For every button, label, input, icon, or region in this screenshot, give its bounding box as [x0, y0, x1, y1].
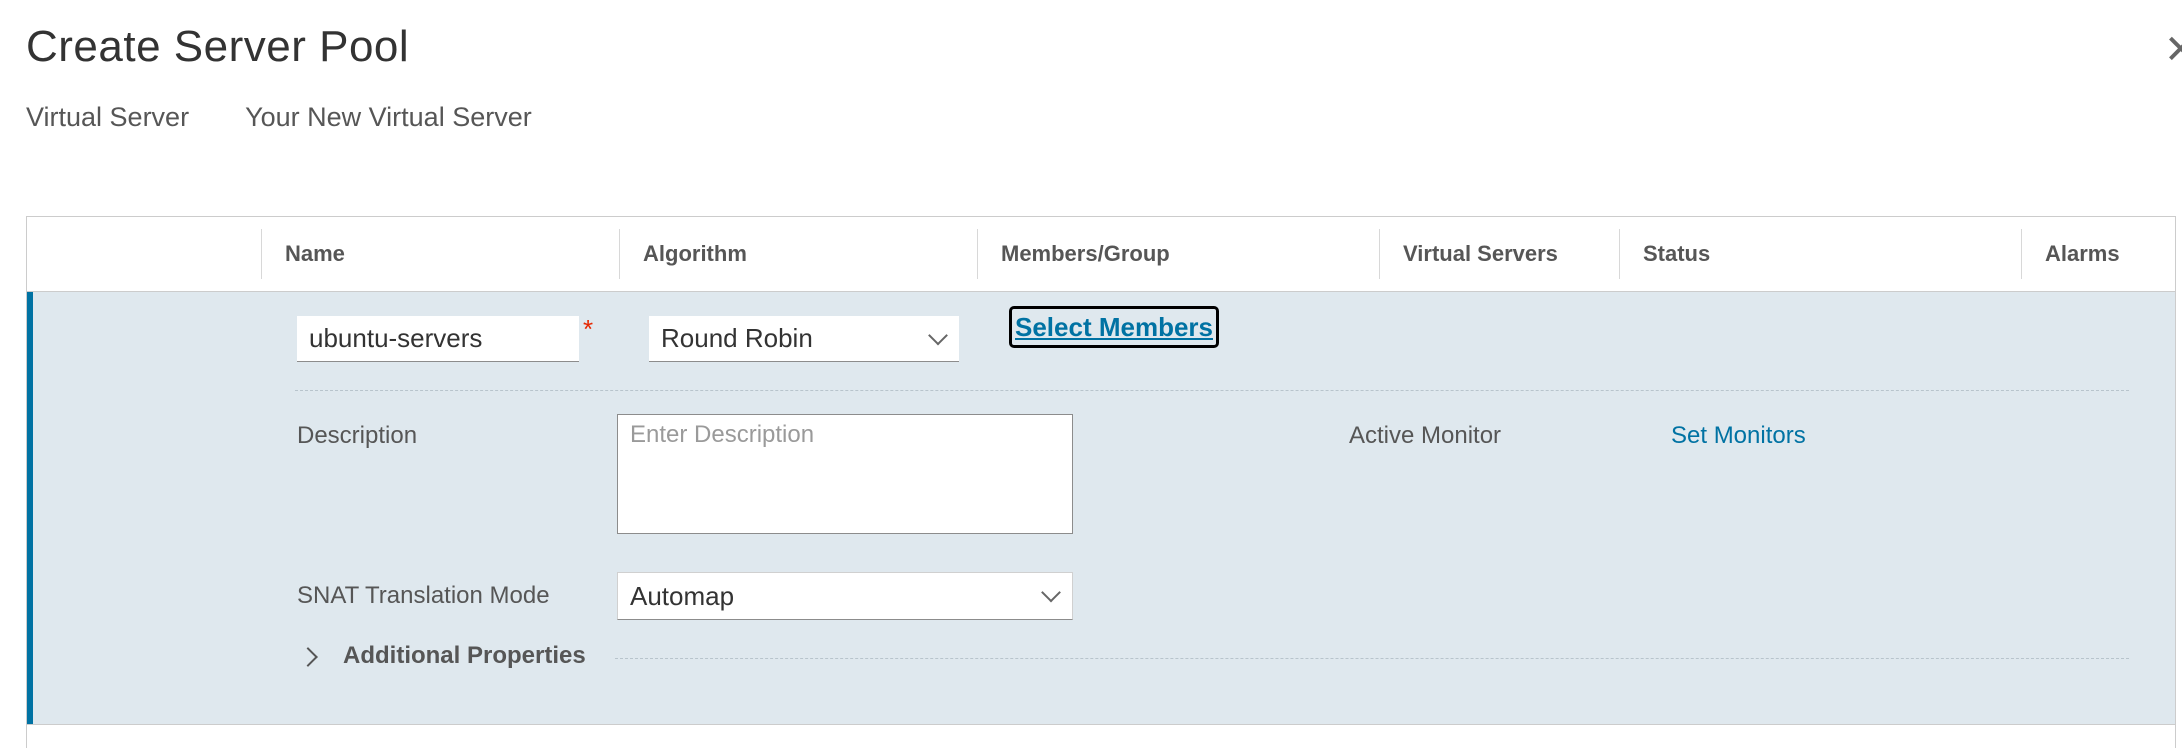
- chevron-down-icon: [1041, 582, 1061, 603]
- snat-translation-mode-label: SNAT Translation Mode: [297, 582, 550, 609]
- snat-select-value: Automap: [630, 580, 735, 611]
- algorithm-select[interactable]: Round Robin: [649, 316, 959, 362]
- dialog-subtitle: Virtual Server Your New Virtual Server: [26, 102, 532, 133]
- snat-translation-mode-select[interactable]: Automap: [617, 572, 1073, 620]
- column-header-name[interactable]: Name: [261, 217, 619, 291]
- close-icon[interactable]: ✕: [2164, 28, 2182, 72]
- select-members-button[interactable]: Select Members: [1009, 306, 1219, 348]
- row-divider: [295, 390, 2129, 391]
- column-header-virtual-servers[interactable]: Virtual Servers: [1379, 217, 1619, 291]
- description-input[interactable]: [617, 414, 1073, 534]
- set-monitors-link[interactable]: Set Monitors: [1671, 422, 1806, 450]
- create-server-pool-dialog: Create Server Pool ✕ Virtual Server Your…: [0, 0, 2182, 748]
- column-header-members-group[interactable]: Members/Group: [977, 217, 1379, 291]
- expanded-pool-row: * Round Robin Select Members Description…: [27, 292, 2175, 724]
- required-marker: *: [583, 314, 594, 344]
- chevron-down-icon: [928, 325, 948, 345]
- algorithm-select-value: Round Robin: [661, 323, 813, 353]
- dialog-title: Create Server Pool: [26, 22, 410, 71]
- active-monitor-label: Active Monitor: [1349, 422, 1502, 449]
- grid-header: Name Algorithm Members/Group Virtual Ser…: [27, 217, 2175, 292]
- server-pool-grid: Name Algorithm Members/Group Virtual Ser…: [26, 216, 2176, 748]
- description-label: Description: [297, 422, 418, 449]
- additional-properties-toggle[interactable]: Additional Properties: [343, 642, 586, 670]
- column-header-alarms[interactable]: Alarms: [2021, 217, 2171, 291]
- column-header-status[interactable]: Status: [1619, 217, 2021, 291]
- chevron-right-icon[interactable]: [298, 647, 318, 667]
- next-row: [27, 724, 2175, 748]
- additional-properties-divider: [615, 658, 2129, 659]
- pool-name-input[interactable]: [297, 316, 579, 362]
- subtitle-label: Virtual Server: [26, 102, 190, 132]
- subtitle-value: Your New Virtual Server: [245, 102, 532, 132]
- column-header-algorithm[interactable]: Algorithm: [619, 217, 977, 291]
